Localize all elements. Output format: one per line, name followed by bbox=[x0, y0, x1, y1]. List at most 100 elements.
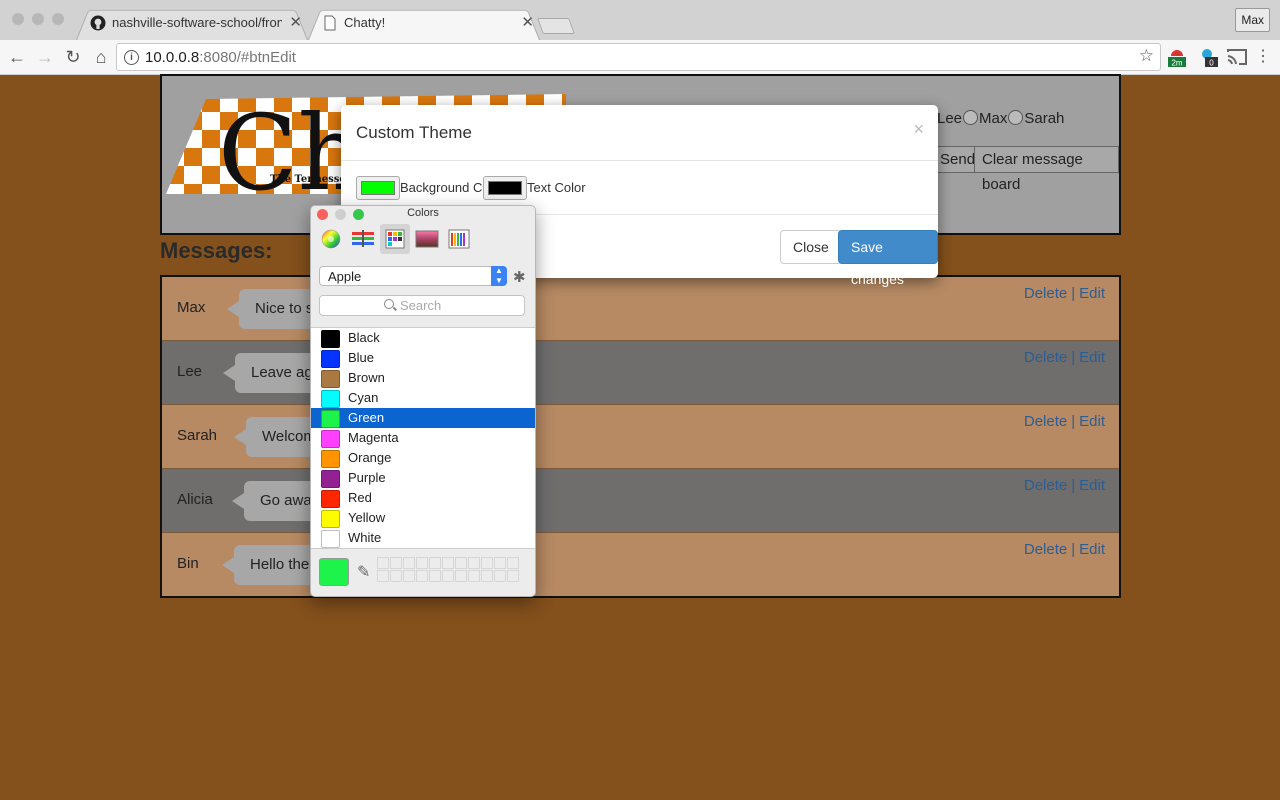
window-minimize-button[interactable] bbox=[32, 13, 44, 25]
color-list: Black Blue Brown Cyan Green Magenta Oran… bbox=[311, 327, 535, 549]
delete-link[interactable]: Delete bbox=[1024, 477, 1067, 494]
delete-link[interactable]: Delete bbox=[1024, 285, 1067, 302]
color-item-blue[interactable]: Blue bbox=[311, 348, 535, 368]
empty-swatch[interactable] bbox=[442, 570, 454, 582]
empty-swatch[interactable] bbox=[403, 570, 415, 582]
clear-board-button[interactable]: Clear message board bbox=[974, 146, 1119, 193]
edit-link[interactable]: Edit bbox=[1079, 349, 1105, 366]
message-author: Max bbox=[177, 299, 206, 316]
color-item-orange[interactable]: Orange bbox=[311, 448, 535, 468]
edit-link[interactable]: Edit bbox=[1079, 477, 1105, 494]
current-color-swatch[interactable] bbox=[319, 558, 349, 586]
text-color-picker[interactable] bbox=[483, 176, 527, 200]
empty-swatch[interactable] bbox=[507, 557, 519, 569]
color-wheel-icon[interactable] bbox=[316, 224, 346, 254]
info-icon[interactable]: i bbox=[124, 50, 139, 65]
color-item-cyan[interactable]: Cyan bbox=[311, 388, 535, 408]
empty-swatch[interactable] bbox=[468, 570, 480, 582]
empty-swatch[interactable] bbox=[403, 557, 415, 569]
empty-swatch[interactable] bbox=[468, 557, 480, 569]
colors-panel: Colors Apple ▲ ▼ ✱ Search Black Blue Brow… bbox=[310, 205, 536, 597]
github-icon bbox=[90, 15, 106, 31]
color-item-black[interactable]: Black bbox=[311, 328, 535, 348]
back-icon[interactable]: ← bbox=[6, 46, 28, 68]
empty-swatch[interactable] bbox=[455, 557, 467, 569]
message-author: Sarah bbox=[177, 427, 218, 444]
color-item-white[interactable]: White bbox=[311, 528, 535, 548]
eyedropper-icon[interactable]: ✎ bbox=[357, 562, 370, 582]
color-item-green[interactable]: Green bbox=[311, 408, 535, 428]
color-sliders-icon[interactable] bbox=[348, 224, 378, 254]
color-item-yellow[interactable]: Yellow bbox=[311, 508, 535, 528]
modal-title: Custom Theme bbox=[356, 123, 472, 142]
menu-icon[interactable]: ⋮ bbox=[1252, 46, 1274, 68]
svg-text:The Tennesse: The Tennesse bbox=[270, 174, 346, 185]
cast-icon[interactable] bbox=[1226, 47, 1247, 67]
empty-swatch[interactable] bbox=[429, 557, 441, 569]
gear-icon[interactable]: ✱ bbox=[513, 268, 526, 286]
radio-label-lee: Lee bbox=[937, 110, 963, 127]
empty-swatch[interactable] bbox=[442, 557, 454, 569]
pencils-icon[interactable] bbox=[444, 224, 474, 254]
edit-link[interactable]: Edit bbox=[1079, 413, 1105, 430]
radio-max[interactable] bbox=[963, 110, 979, 125]
text-color-label: Text Color bbox=[527, 180, 586, 195]
forward-icon[interactable]: → bbox=[34, 46, 56, 68]
user-radio-group: Lee Max Sarah bbox=[937, 110, 1064, 127]
tab-chatty[interactable]: Chatty! ✕ bbox=[308, 6, 540, 40]
color-item-purple[interactable]: Purple bbox=[311, 468, 535, 488]
extension-icon[interactable]: 2m bbox=[1167, 47, 1187, 68]
window-zoom-button[interactable] bbox=[52, 13, 64, 25]
delete-link[interactable]: Delete bbox=[1024, 413, 1067, 430]
message-row: Sarah Welcom Delete | Edit bbox=[162, 405, 1119, 469]
color-search-input[interactable]: Search bbox=[319, 295, 525, 316]
empty-swatch[interactable] bbox=[377, 557, 389, 569]
color-item-magenta[interactable]: Magenta bbox=[311, 428, 535, 448]
address-bar[interactable]: i 10.0.0.8:8080/#btnEdit ☆ bbox=[116, 43, 1161, 71]
modal-close-icon[interactable]: × bbox=[913, 119, 924, 140]
empty-swatch[interactable] bbox=[481, 557, 493, 569]
palette-list-select[interactable]: Apple ▲ ▼ bbox=[319, 266, 507, 286]
color-item-brown[interactable]: Brown bbox=[311, 368, 535, 388]
empty-swatch[interactable] bbox=[377, 570, 389, 582]
close-button[interactable]: Close bbox=[780, 230, 842, 264]
page-icon bbox=[324, 15, 336, 31]
delete-link[interactable]: Delete bbox=[1024, 541, 1067, 558]
bookmark-star-icon[interactable]: ☆ bbox=[1139, 46, 1154, 66]
empty-swatch[interactable] bbox=[416, 557, 428, 569]
radio-sarah[interactable] bbox=[1008, 110, 1024, 125]
profile-button[interactable]: Max bbox=[1235, 8, 1270, 32]
empty-swatch[interactable] bbox=[416, 570, 428, 582]
message-row: Max Nice to se Delete | Edit bbox=[162, 277, 1119, 341]
new-tab-button[interactable] bbox=[537, 18, 575, 34]
saved-swatch-grid[interactable] bbox=[377, 557, 519, 582]
empty-swatch[interactable] bbox=[390, 557, 402, 569]
delete-link[interactable]: Delete bbox=[1024, 349, 1067, 366]
reload-icon[interactable]: ↻ bbox=[62, 46, 84, 68]
svg-text:2m: 2m bbox=[1171, 59, 1182, 68]
url-text: 10.0.0.8:8080/#btnEdit bbox=[145, 49, 296, 66]
radio-label-sarah: Sarah bbox=[1024, 110, 1065, 127]
empty-swatch[interactable] bbox=[429, 570, 441, 582]
panel-title: Colors bbox=[407, 207, 439, 219]
empty-swatch[interactable] bbox=[455, 570, 467, 582]
edit-link[interactable]: Edit bbox=[1079, 285, 1105, 302]
window-close-button[interactable] bbox=[12, 13, 24, 25]
empty-swatch[interactable] bbox=[494, 570, 506, 582]
empty-swatch[interactable] bbox=[507, 570, 519, 582]
edit-link[interactable]: Edit bbox=[1079, 541, 1105, 558]
background-color-picker[interactable] bbox=[356, 176, 400, 200]
tab-close-icon[interactable]: ✕ bbox=[289, 13, 302, 31]
empty-swatch[interactable] bbox=[494, 557, 506, 569]
tab-close-icon[interactable]: ✕ bbox=[521, 13, 534, 31]
color-palettes-icon[interactable] bbox=[380, 224, 410, 254]
messages-title: Messages: bbox=[160, 238, 273, 263]
extension-icon[interactable]: 0 bbox=[1199, 47, 1219, 68]
empty-swatch[interactable] bbox=[390, 570, 402, 582]
home-icon[interactable]: ⌂ bbox=[90, 46, 112, 68]
tab-github[interactable]: nashville-software-school/fron ✕ bbox=[76, 6, 308, 40]
empty-swatch[interactable] bbox=[481, 570, 493, 582]
save-changes-button[interactable]: Save changes bbox=[838, 230, 938, 287]
color-item-red[interactable]: Red bbox=[311, 488, 535, 508]
image-palettes-icon[interactable] bbox=[412, 224, 442, 254]
